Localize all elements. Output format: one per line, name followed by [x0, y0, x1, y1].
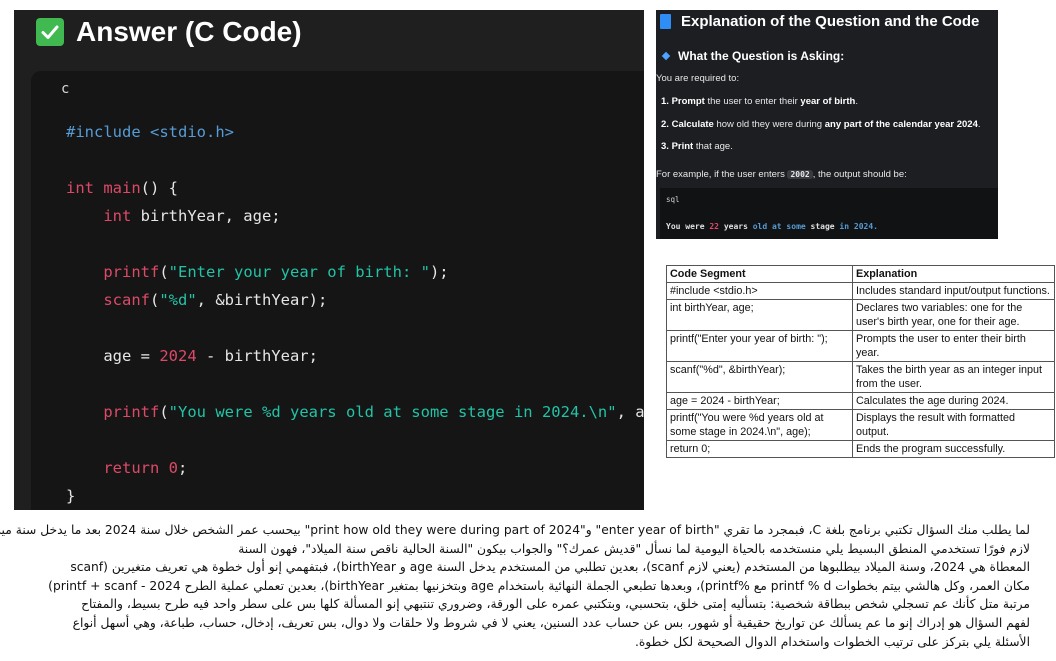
check-mark-icon — [36, 17, 64, 46]
paragraph-line: مرتبة متل كأنك عم تسجلي شخص ببطاقة شخصية… — [81, 597, 1030, 612]
paragraph-line: مكان العمر، وكل هالشي بيتم بخطوات printf… — [48, 578, 1030, 593]
table-cell-desc: Takes the birth year as an integer input… — [852, 361, 1055, 393]
code-segment-table: Code Segment Explanation #include <stdio… — [666, 265, 1055, 458]
explanation-title: Explanation of the Question and the Code — [660, 13, 979, 30]
table-cell-desc: Declares two variables: one for the user… — [852, 299, 1055, 331]
table-row: printf("Enter your year of birth: "); Pro… — [666, 330, 1055, 362]
table-cell-desc: Displays the result with formatted outpu… — [852, 409, 1055, 441]
paragraph-line: لازم فورًا تستخدمي المنطق البسيط يلي منس… — [238, 541, 1030, 556]
output-line: You were 22 years old at some stage in 2… — [666, 222, 878, 231]
code-line-declare: int birthYear, age; — [103, 207, 281, 225]
code-block[interactable]: c #include <stdio.h> int main() { int bi… — [31, 71, 644, 510]
code-line-printf-result: printf("You were %d years old at some st… — [103, 403, 644, 421]
diamond-bullet-icon — [661, 51, 671, 61]
code-line-scanf: scanf("%d", &birthYear); — [103, 291, 328, 309]
code-line-return: return 0; — [103, 459, 188, 477]
answer-code-panel: Answer (C Code) c #include <stdio.h> int… — [14, 10, 644, 510]
code-line-close-brace: } — [66, 487, 76, 505]
table-row: #include <stdio.h> Includes standard inpu… — [666, 282, 1055, 300]
step-item: 3. Print that age. — [661, 141, 733, 152]
question-heading: What the Question is Asking: — [661, 49, 844, 63]
table-cell-desc: Prompts the user to enter their birth ye… — [852, 330, 1055, 362]
table-cell-desc: Ends the program successfully. — [852, 440, 1055, 458]
table-cell-code: #include <stdio.h> — [666, 282, 853, 300]
output-language-label: sql — [666, 195, 680, 204]
book-icon — [660, 14, 671, 29]
code-line-include: #include <stdio.h> — [66, 123, 234, 141]
code-line-printf-prompt: printf("Enter your year of birth: "); — [103, 263, 449, 281]
inline-code: 2002 — [787, 170, 813, 179]
table-header-explanation: Explanation — [852, 265, 1055, 283]
table-row: printf("You were %d years old at some st… — [666, 409, 1055, 441]
paragraph-line: الأسئلة يلي بتركز على ترتيب الخطوات واست… — [634, 634, 1030, 649]
step-item: 1. Prompt the user to enter their year o… — [661, 96, 858, 107]
table-cell-code: printf("You were %d years old at some st… — [666, 409, 853, 441]
table-row: int birthYear, age; Declares two variable… — [666, 299, 1055, 331]
table-row: return 0; Ends the program successfully. — [666, 440, 1055, 458]
table-cell-desc: Calculates the age during 2024. — [852, 392, 1055, 410]
table-row: scanf("%d", &birthYear); Takes the birth … — [666, 361, 1055, 393]
table-cell-code: printf("Enter your year of birth: "); — [666, 330, 853, 362]
paragraph-line: المعطاة هي 2024، وسنة الميلاد بيطلبوها م… — [70, 560, 1030, 575]
example-text: For example, if the user enters 2002, th… — [656, 169, 907, 180]
paragraph-line: لما يطلب منك السؤال تكتبي برنامج بلغة C،… — [0, 523, 1030, 537]
code-language-label: c — [61, 81, 70, 97]
code-line-age-calc: age = 2024 - birthYear; — [103, 347, 318, 365]
table-cell-code: return 0; — [666, 440, 853, 458]
table-cell-code: int birthYear, age; — [666, 299, 853, 331]
answer-title: Answer (C Code) — [76, 15, 302, 47]
explanation-panel: Explanation of the Question and the Code… — [656, 10, 998, 239]
answer-header: Answer (C Code) — [14, 10, 644, 53]
output-code-block[interactable]: sql You were 22 years old at some stage … — [660, 188, 998, 239]
paragraph-line: لفهم السؤال هو إدراك إنو ما عم يسألك عن … — [72, 615, 1030, 630]
table-row: age = 2024 - birthYear; Calculates the ag… — [666, 392, 1055, 410]
step-item: 2. Calculate how old they were during an… — [661, 119, 981, 130]
arabic-explanation-paragraph: لما يطلب منك السؤال تكتبي برنامج بلغة C،… — [0, 521, 1030, 651]
table-header-row: Code Segment Explanation — [666, 265, 1055, 283]
table-cell-code: scanf("%d", &birthYear); — [666, 361, 853, 393]
table-cell-code: age = 2024 - birthYear; — [666, 392, 853, 410]
question-intro: You are required to: — [656, 73, 740, 84]
code-line-main: int main() { — [66, 179, 178, 197]
table-cell-desc: Includes standard input/output functions… — [852, 282, 1055, 300]
table-header-code-segment: Code Segment — [666, 265, 853, 283]
